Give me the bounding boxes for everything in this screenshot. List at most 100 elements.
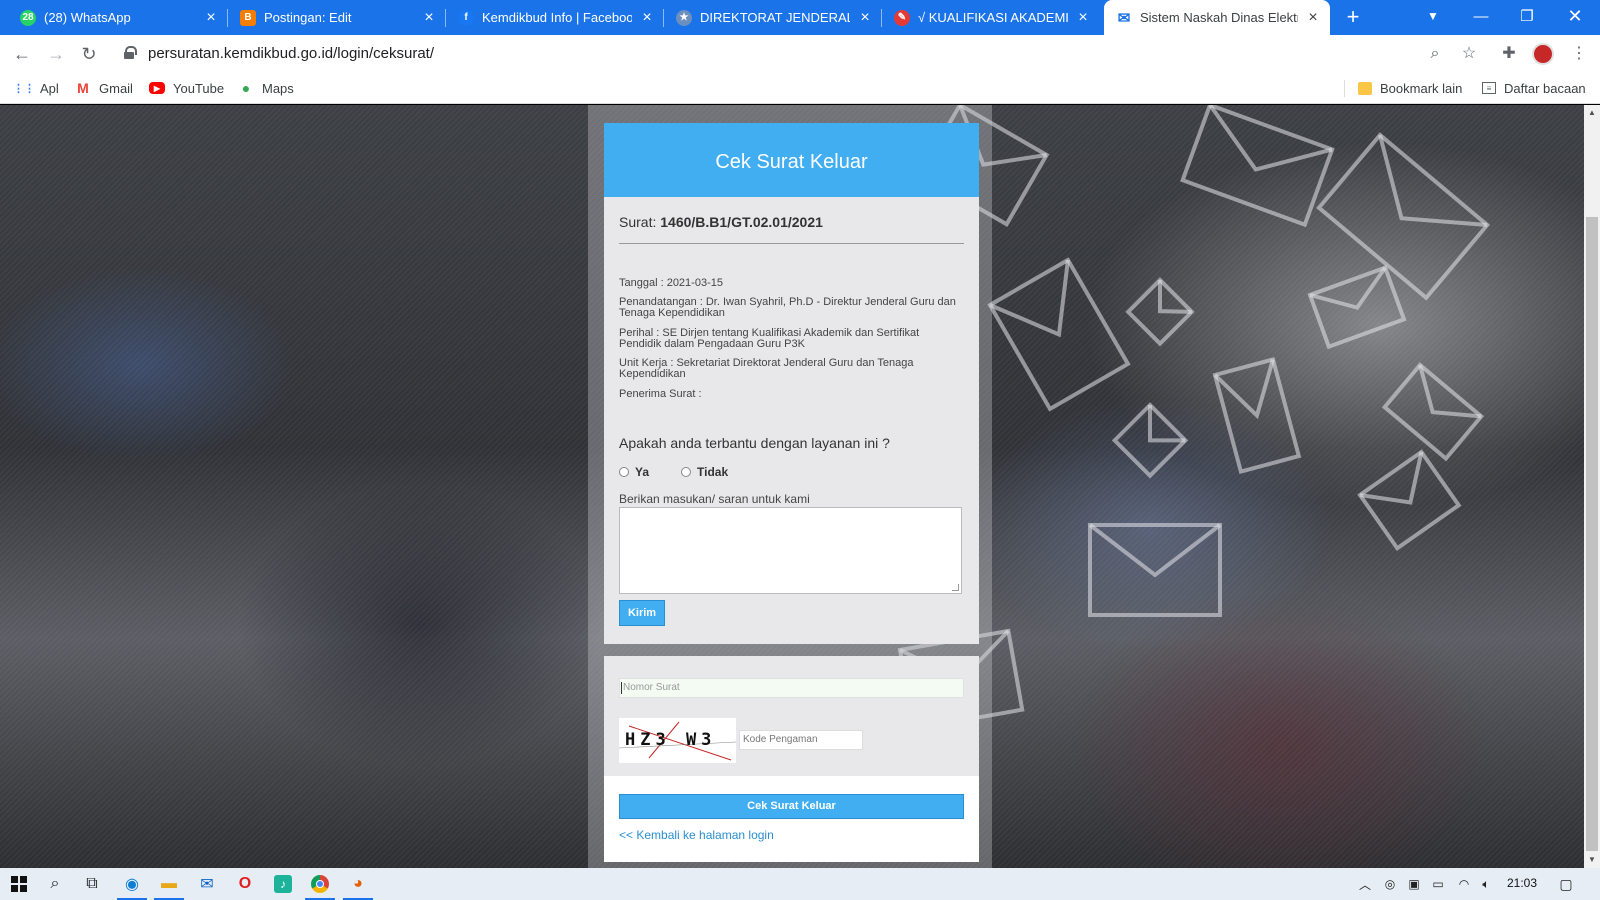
divider: [619, 243, 964, 244]
taskbar-clock[interactable]: 21:03: [1507, 876, 1537, 890]
penandatangan-text: Penandatangan : Dr. Iwan Syahril, Ph.D -…: [619, 296, 956, 319]
extensions-puzzle-icon[interactable]: ✚: [1496, 41, 1522, 67]
chevron-up-icon[interactable]: ︿: [1353, 868, 1377, 900]
page-scrollbar[interactable]: ▲ ▼: [1584, 105, 1600, 868]
bookmark-gmail[interactable]: M Gmail: [75, 79, 133, 97]
feedback-textarea[interactable]: [619, 507, 962, 594]
page-title: Cek Surat Keluar: [604, 123, 979, 197]
kirim-button[interactable]: Kirim: [619, 600, 665, 626]
wifi-icon[interactable]: ◠: [1452, 868, 1476, 900]
restore-icon[interactable]: ❐: [1504, 0, 1550, 35]
radio-tidak[interactable]: Tidak: [681, 465, 728, 479]
captcha-image: HZ3 W3: [619, 718, 736, 763]
file-explorer-icon[interactable]: ▬: [150, 868, 188, 900]
tab-blogger[interactable]: B Postingan: Edit ×: [228, 0, 446, 35]
scroll-down-arrow-icon[interactable]: ▼: [1584, 852, 1600, 868]
bookmark-label: Maps: [262, 80, 294, 96]
penerima-text: Penerima Surat :: [619, 388, 702, 400]
captcha-text: HZ3 W3: [625, 730, 717, 750]
mail-icon: ✉: [1117, 9, 1131, 27]
browser-toolbar: ← → ↻ persuratan.kemdikbud.go.id/login/c…: [0, 35, 1600, 72]
tiktok-icon[interactable]: ♪: [264, 868, 302, 900]
bookmark-apps[interactable]: ⋮⋮ Apl: [13, 79, 59, 97]
tab-kualifikasi[interactable]: ✎ √ KUALIFIKASI AKADEMIK DAN ×: [882, 0, 1100, 35]
url-text[interactable]: persuratan.kemdikbud.go.id/login/ceksura…: [148, 45, 434, 62]
edge-icon[interactable]: ◉: [113, 868, 151, 900]
cek-surat-keluar-button[interactable]: Cek Surat Keluar: [619, 794, 964, 819]
youtube-icon: ▶: [149, 82, 165, 94]
volume-icon[interactable]: 🔈︎: [1474, 868, 1498, 900]
site-icon: ✎: [894, 9, 910, 26]
nomor-surat-input[interactable]: Nomor Surat: [619, 678, 964, 698]
page-viewport: Cek Surat Keluar Surat: 1460/B.B1/GT.02.…: [0, 105, 1584, 868]
back-arrow-icon[interactable]: ←: [9, 41, 35, 67]
radio-button[interactable]: [619, 467, 629, 477]
tab-search-icon[interactable]: ▼: [1410, 0, 1456, 35]
window-close-icon[interactable]: ✕: [1552, 0, 1598, 35]
whatsapp-icon: 28: [20, 9, 36, 26]
scrollbar-thumb[interactable]: [1586, 217, 1598, 851]
bookmark-youtube[interactable]: ▶ YouTube: [149, 79, 224, 97]
reading-list-label: Daftar bacaan: [1504, 80, 1586, 96]
bookmark-label: YouTube: [173, 80, 225, 96]
reading-list[interactable]: ≡ Daftar bacaan: [1482, 79, 1586, 97]
zoom-icon[interactable]: ⌕: [1422, 41, 1448, 67]
close-icon[interactable]: ×: [1074, 9, 1092, 27]
address-bar[interactable]: persuratan.kemdikbud.go.id/login/ceksura…: [116, 39, 1476, 68]
record-icon[interactable]: ◎: [1378, 868, 1402, 900]
mail-app-icon[interactable]: ✉: [188, 868, 226, 900]
forward-arrow-icon[interactable]: →: [43, 41, 69, 67]
gmail-icon: M: [77, 80, 89, 96]
bookmark-other-folder[interactable]: Bookmark lain: [1358, 79, 1462, 97]
tab-label: √ KUALIFIKASI AKADEMIK DAN: [918, 10, 1068, 25]
close-icon[interactable]: ×: [1304, 9, 1322, 27]
radio-ya[interactable]: Ya: [619, 465, 649, 479]
feedback-label: Berikan masukan/ saran untuk kami: [619, 492, 810, 506]
kebab-menu-icon[interactable]: ⋮: [1566, 41, 1592, 67]
scroll-up-arrow-icon[interactable]: ▲: [1584, 105, 1600, 121]
tab-label: (28) WhatsApp: [44, 10, 131, 25]
apps-grid-icon: ⋮⋮: [13, 82, 35, 95]
unit-kerja-text: Unit Kerja : Sekretariat Direktorat Jend…: [619, 357, 914, 380]
firefox-icon[interactable]: ◕: [339, 868, 377, 900]
profile-avatar[interactable]: [1532, 43, 1554, 65]
close-icon[interactable]: ×: [856, 9, 874, 27]
meet-now-icon[interactable]: ▣: [1402, 868, 1426, 900]
battery-icon[interactable]: ▭: [1426, 868, 1450, 900]
tab-label: Sistem Naskah Dinas Elektronik: [1140, 10, 1298, 25]
tab-facebook[interactable]: f Kemdikbud Info | Facebook ×: [446, 0, 664, 35]
bookmark-label: Bookmark lain: [1380, 80, 1463, 96]
folder-icon: [1358, 81, 1372, 95]
task-view-icon[interactable]: ⧉: [73, 868, 111, 900]
survey-question: Apakah anda terbantu dengan layanan ini …: [619, 435, 890, 451]
radio-label: Ya: [635, 465, 650, 479]
close-icon[interactable]: ×: [420, 9, 438, 27]
radio-button[interactable]: [681, 467, 691, 477]
minimize-icon[interactable]: —: [1458, 0, 1504, 35]
reading-list-icon: ≡: [1482, 82, 1496, 94]
tab-label: Postingan: Edit: [264, 10, 352, 25]
tab-sistem-naskah-dinas[interactable]: ✉ Sistem Naskah Dinas Elektronik ×: [1104, 0, 1330, 35]
blogger-icon: B: [240, 9, 256, 26]
windows-taskbar: ⌕ ⧉ ◉ ▬ ✉ O ♪ ◕ ︿ ◎ ▣ ▭ ◠ 🔈︎ 21:03 ▢: [0, 868, 1600, 900]
windows-start-icon[interactable]: [0, 868, 38, 900]
new-tab-button[interactable]: +: [1340, 5, 1366, 31]
bookmark-label: Apl: [40, 80, 59, 96]
close-icon[interactable]: ×: [202, 9, 220, 27]
reload-icon[interactable]: ↻: [76, 41, 102, 67]
bookmark-maps[interactable]: ● Maps: [238, 79, 294, 97]
tab-whatsapp[interactable]: 28 (28) WhatsApp ×: [8, 0, 228, 35]
chrome-icon[interactable]: [301, 868, 339, 900]
opera-icon[interactable]: O: [226, 868, 264, 900]
back-to-login-link[interactable]: << Kembali ke halaman login: [619, 828, 774, 842]
search-icon[interactable]: ⌕: [36, 868, 74, 900]
kode-pengaman-input[interactable]: Kode Pengaman: [739, 730, 863, 750]
surat-number-line: Surat: 1460/B.B1/GT.02.01/2021: [619, 214, 823, 230]
lock-icon[interactable]: [124, 46, 137, 59]
close-icon[interactable]: ×: [638, 9, 656, 27]
notification-icon[interactable]: ▢: [1554, 868, 1578, 900]
bookmark-star-icon[interactable]: ☆: [1456, 41, 1482, 67]
kemdikbud-icon: ★: [676, 9, 692, 26]
cek-surat-form: Nomor Surat HZ3 W3 Kode Pengaman Cek Sur…: [604, 656, 979, 862]
tab-ditjen-gtk[interactable]: ★ DIREKTORAT JENDERAL GTK ×: [664, 0, 882, 35]
